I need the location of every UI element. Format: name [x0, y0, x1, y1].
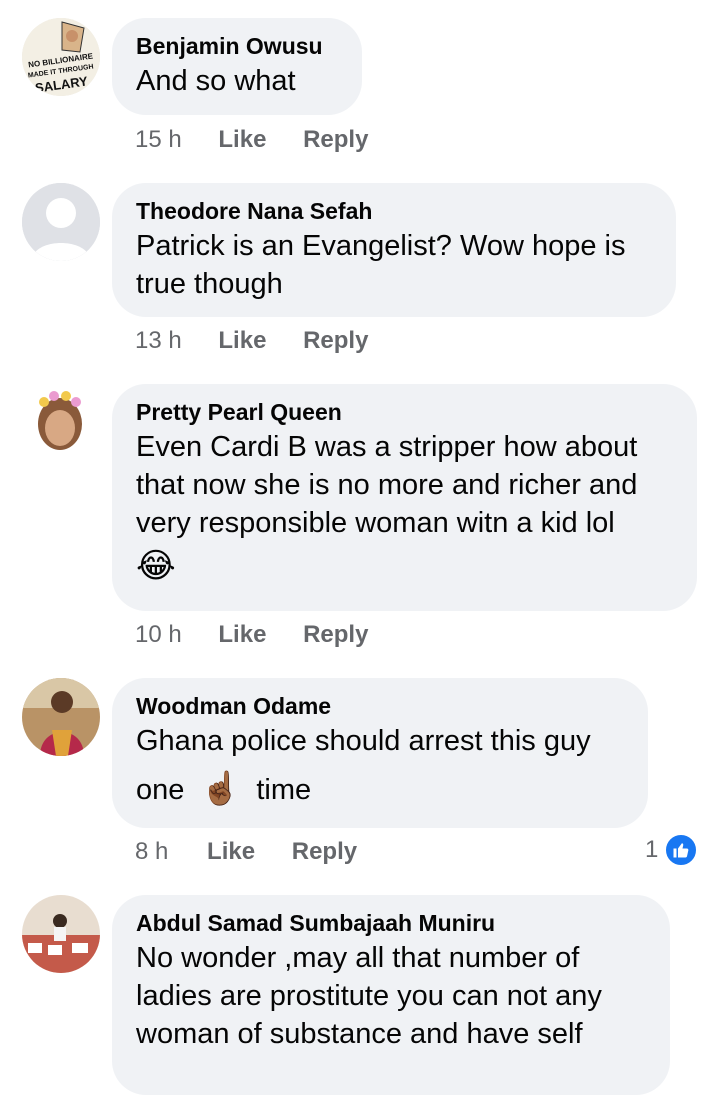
reaction-count: 1 [645, 836, 659, 863]
avatar[interactable] [22, 183, 100, 261]
comment-bubble: Woodman Odame Ghana police should arrest… [112, 678, 648, 828]
comment-actions: 15 h Like Reply [135, 125, 398, 155]
author-name[interactable]: Abdul Samad Sumbajaah Muniru [136, 909, 646, 937]
avatar[interactable] [30, 384, 90, 462]
timestamp[interactable]: 15 h [135, 125, 182, 155]
comment-bubble: Theodore Nana Sefah Patrick is an Evange… [112, 183, 676, 317]
avatar[interactable] [22, 895, 100, 973]
like-button[interactable]: Like [207, 837, 255, 867]
comment-text-line: Even Cardi B was a stripper how about [136, 431, 638, 463]
comment-text-line: ladies are prostitute you can not any [136, 980, 602, 1012]
reply-button[interactable]: Reply [303, 125, 368, 155]
author-name[interactable]: Pretty Pearl Queen [136, 398, 673, 426]
comment-bubble: Pretty Pearl Queen Even Cardi B was a st… [112, 384, 697, 611]
reply-button[interactable]: Reply [303, 620, 368, 650]
thumbs-up-icon [664, 833, 699, 867]
comment-text-line: Patrick is an Evangelist? Wow hope is [136, 230, 626, 262]
comment-actions: 8 h Like Reply [135, 837, 387, 867]
like-button[interactable]: Like [218, 326, 266, 356]
avatar-image [22, 678, 100, 756]
comment-text-line: woman of substance and have self [136, 1018, 583, 1050]
author-name[interactable]: Woodman Odame [136, 692, 624, 720]
reaction-summary[interactable]: 1 [645, 833, 699, 867]
avatar[interactable] [22, 678, 100, 756]
comment-text-line: true though [136, 268, 283, 300]
comment-actions: 13 h Like Reply [135, 326, 398, 356]
default-profile-icon [22, 183, 100, 261]
avatar-image: NO BILLIONAIRE MADE IT THROUGH SALARY [22, 18, 100, 96]
comment-text-line: that now she is no more and richer and [136, 469, 638, 501]
avatar-image [30, 384, 90, 462]
timestamp[interactable]: 13 h [135, 326, 182, 356]
like-button[interactable]: Like [218, 620, 266, 650]
comment-actions: 10 h Like Reply [135, 620, 398, 650]
avatar-image [22, 895, 100, 973]
pointing-up-emoji-icon: ☝🏾 [200, 770, 241, 806]
comment-bubble: Benjamin Owusu And so what [112, 18, 362, 115]
like-button[interactable]: Like [218, 125, 266, 155]
timestamp[interactable]: 10 h [135, 620, 182, 650]
comment-text-line-2: one ☝🏾 time [136, 766, 624, 812]
author-name[interactable]: Benjamin Owusu [136, 32, 338, 60]
laughing-emoji-icon: 😂 [136, 547, 176, 585]
comment-text-line: Ghana police should arrest this guy [136, 725, 591, 757]
comment-text-line: very responsible woman witn a kid lol [136, 507, 615, 539]
comment-bubble: Abdul Samad Sumbajaah Muniru No wonder ,… [112, 895, 670, 1095]
comment-text: And so what [136, 65, 296, 97]
reply-button[interactable]: Reply [303, 326, 368, 356]
author-name[interactable]: Theodore Nana Sefah [136, 197, 652, 225]
avatar[interactable]: NO BILLIONAIRE MADE IT THROUGH SALARY [22, 18, 100, 96]
comment-text-part: time [256, 774, 312, 806]
comment-text-part: one [136, 774, 185, 806]
comment-text-line: No wonder ,may all that number of [136, 942, 580, 974]
timestamp[interactable]: 8 h [135, 837, 168, 867]
reply-button[interactable]: Reply [292, 837, 357, 867]
